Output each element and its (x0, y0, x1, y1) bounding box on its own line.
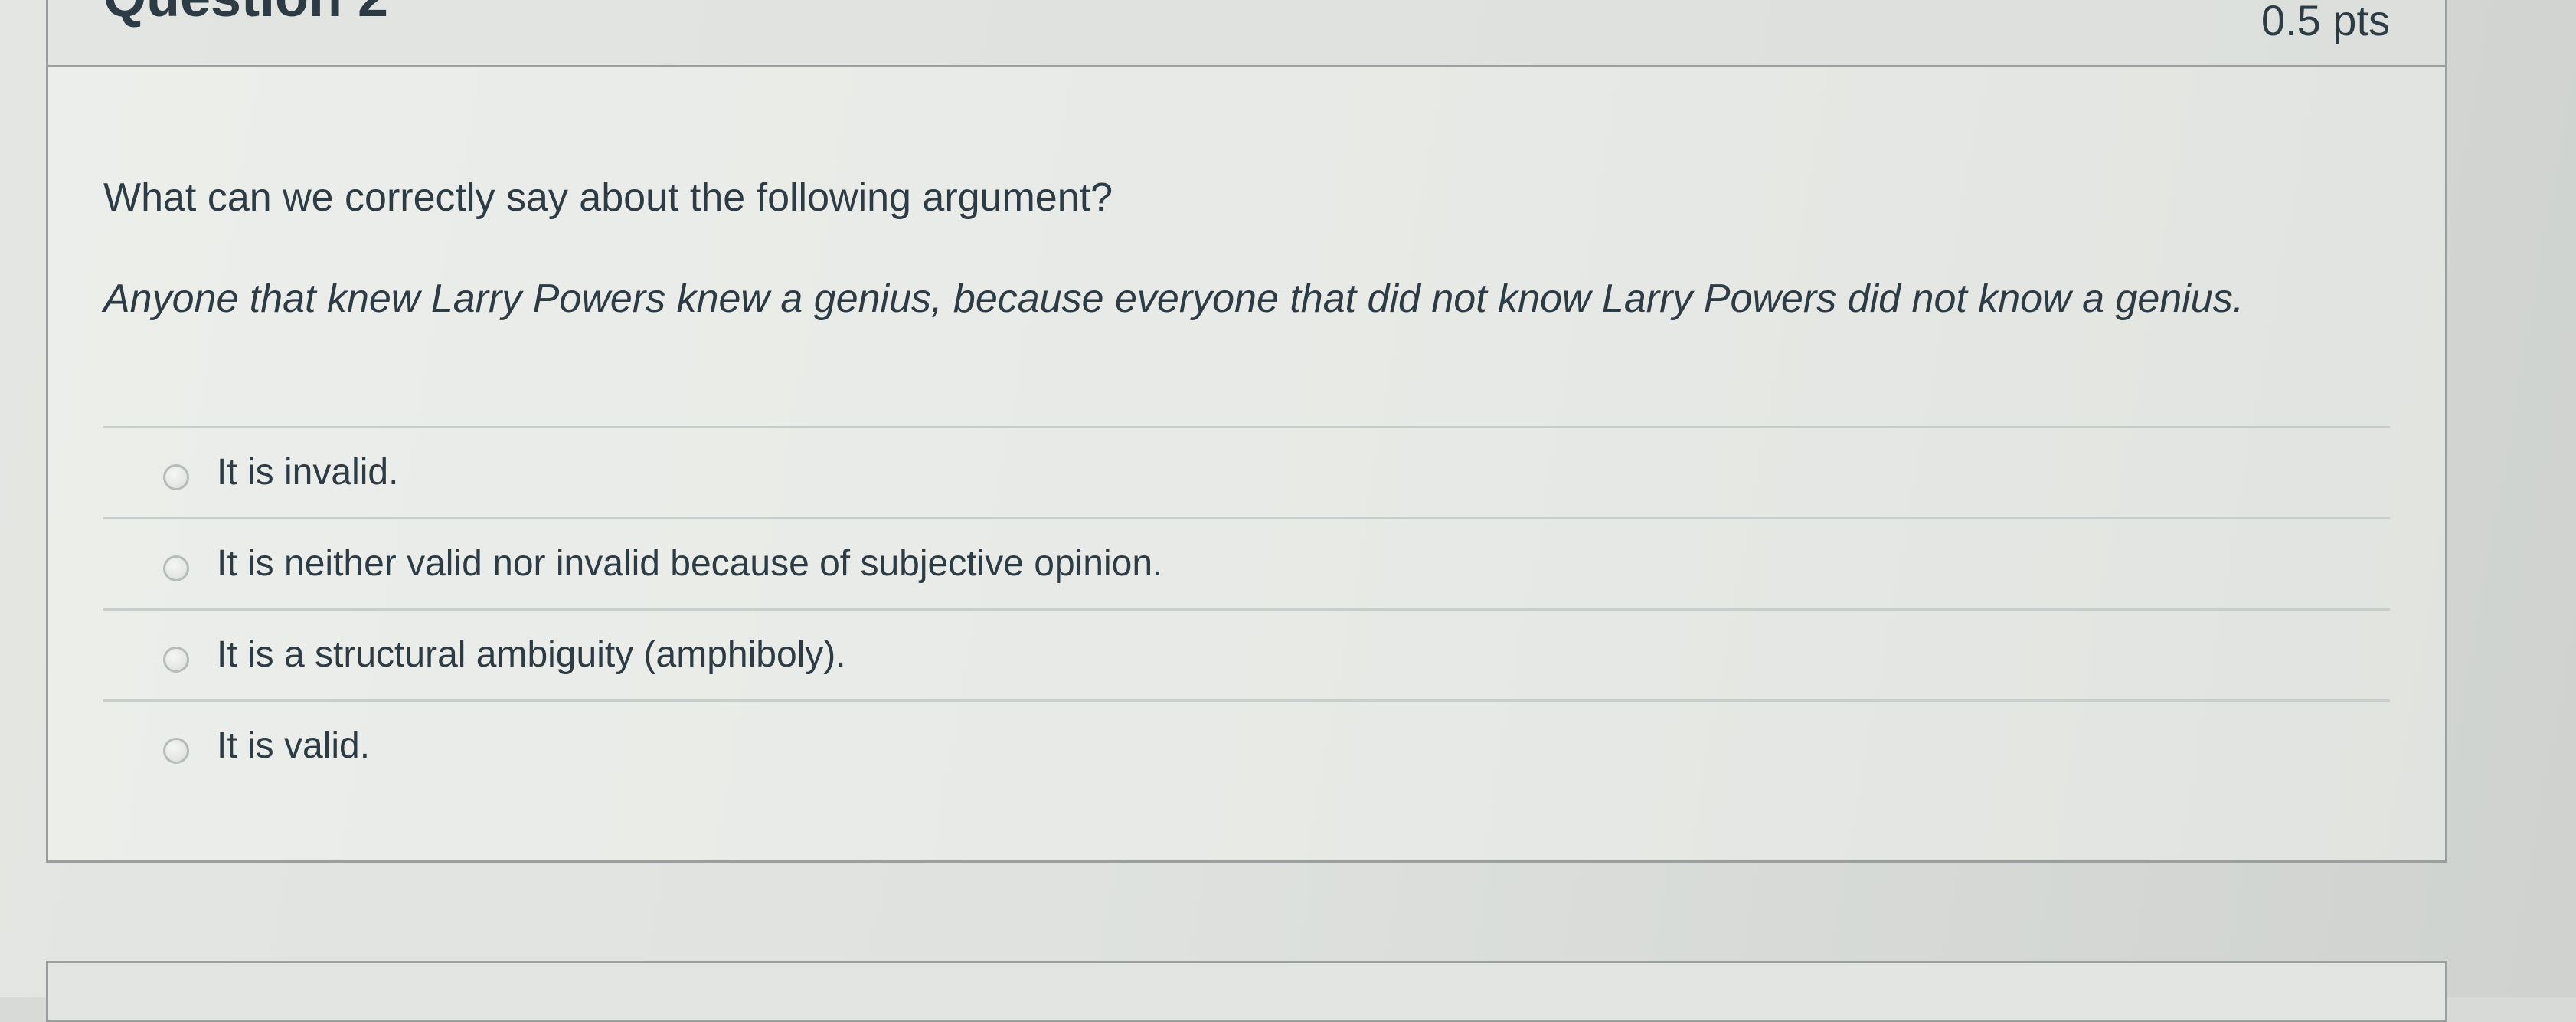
argument-text: Anyone that knew Larry Powers knew a gen… (103, 277, 2244, 321)
answer-option[interactable]: It is valid. (103, 702, 2390, 793)
answer-option[interactable]: It is a structural ambiguity (amphiboly)… (103, 611, 2390, 702)
radio-button[interactable] (163, 647, 189, 673)
question-card: Question 2 0.5 pts What can we correctly… (46, 0, 2447, 863)
radio-button[interactable] (163, 464, 189, 490)
answer-label[interactable]: It is a structural ambiguity (amphiboly)… (217, 634, 846, 676)
question-prompt: What can we correctly say about the foll… (103, 175, 1113, 220)
question-points: 0.5 pts (2261, 0, 2390, 44)
answer-option[interactable]: It is invalid. (103, 428, 2390, 519)
answer-list: It is invalid. It is neither valid nor i… (103, 426, 2390, 793)
radio-button[interactable] (163, 738, 189, 764)
question-title: Question 2 (103, 0, 388, 29)
answer-label[interactable]: It is invalid. (217, 451, 398, 493)
next-question-card (46, 961, 2447, 1022)
answer-option[interactable]: It is neither valid nor invalid because … (103, 519, 2390, 611)
radio-button[interactable] (163, 555, 189, 581)
answer-label[interactable]: It is neither valid nor invalid because … (217, 542, 1162, 585)
question-header: Question 2 0.5 pts (48, 0, 2445, 67)
answer-label[interactable]: It is valid. (217, 725, 370, 767)
